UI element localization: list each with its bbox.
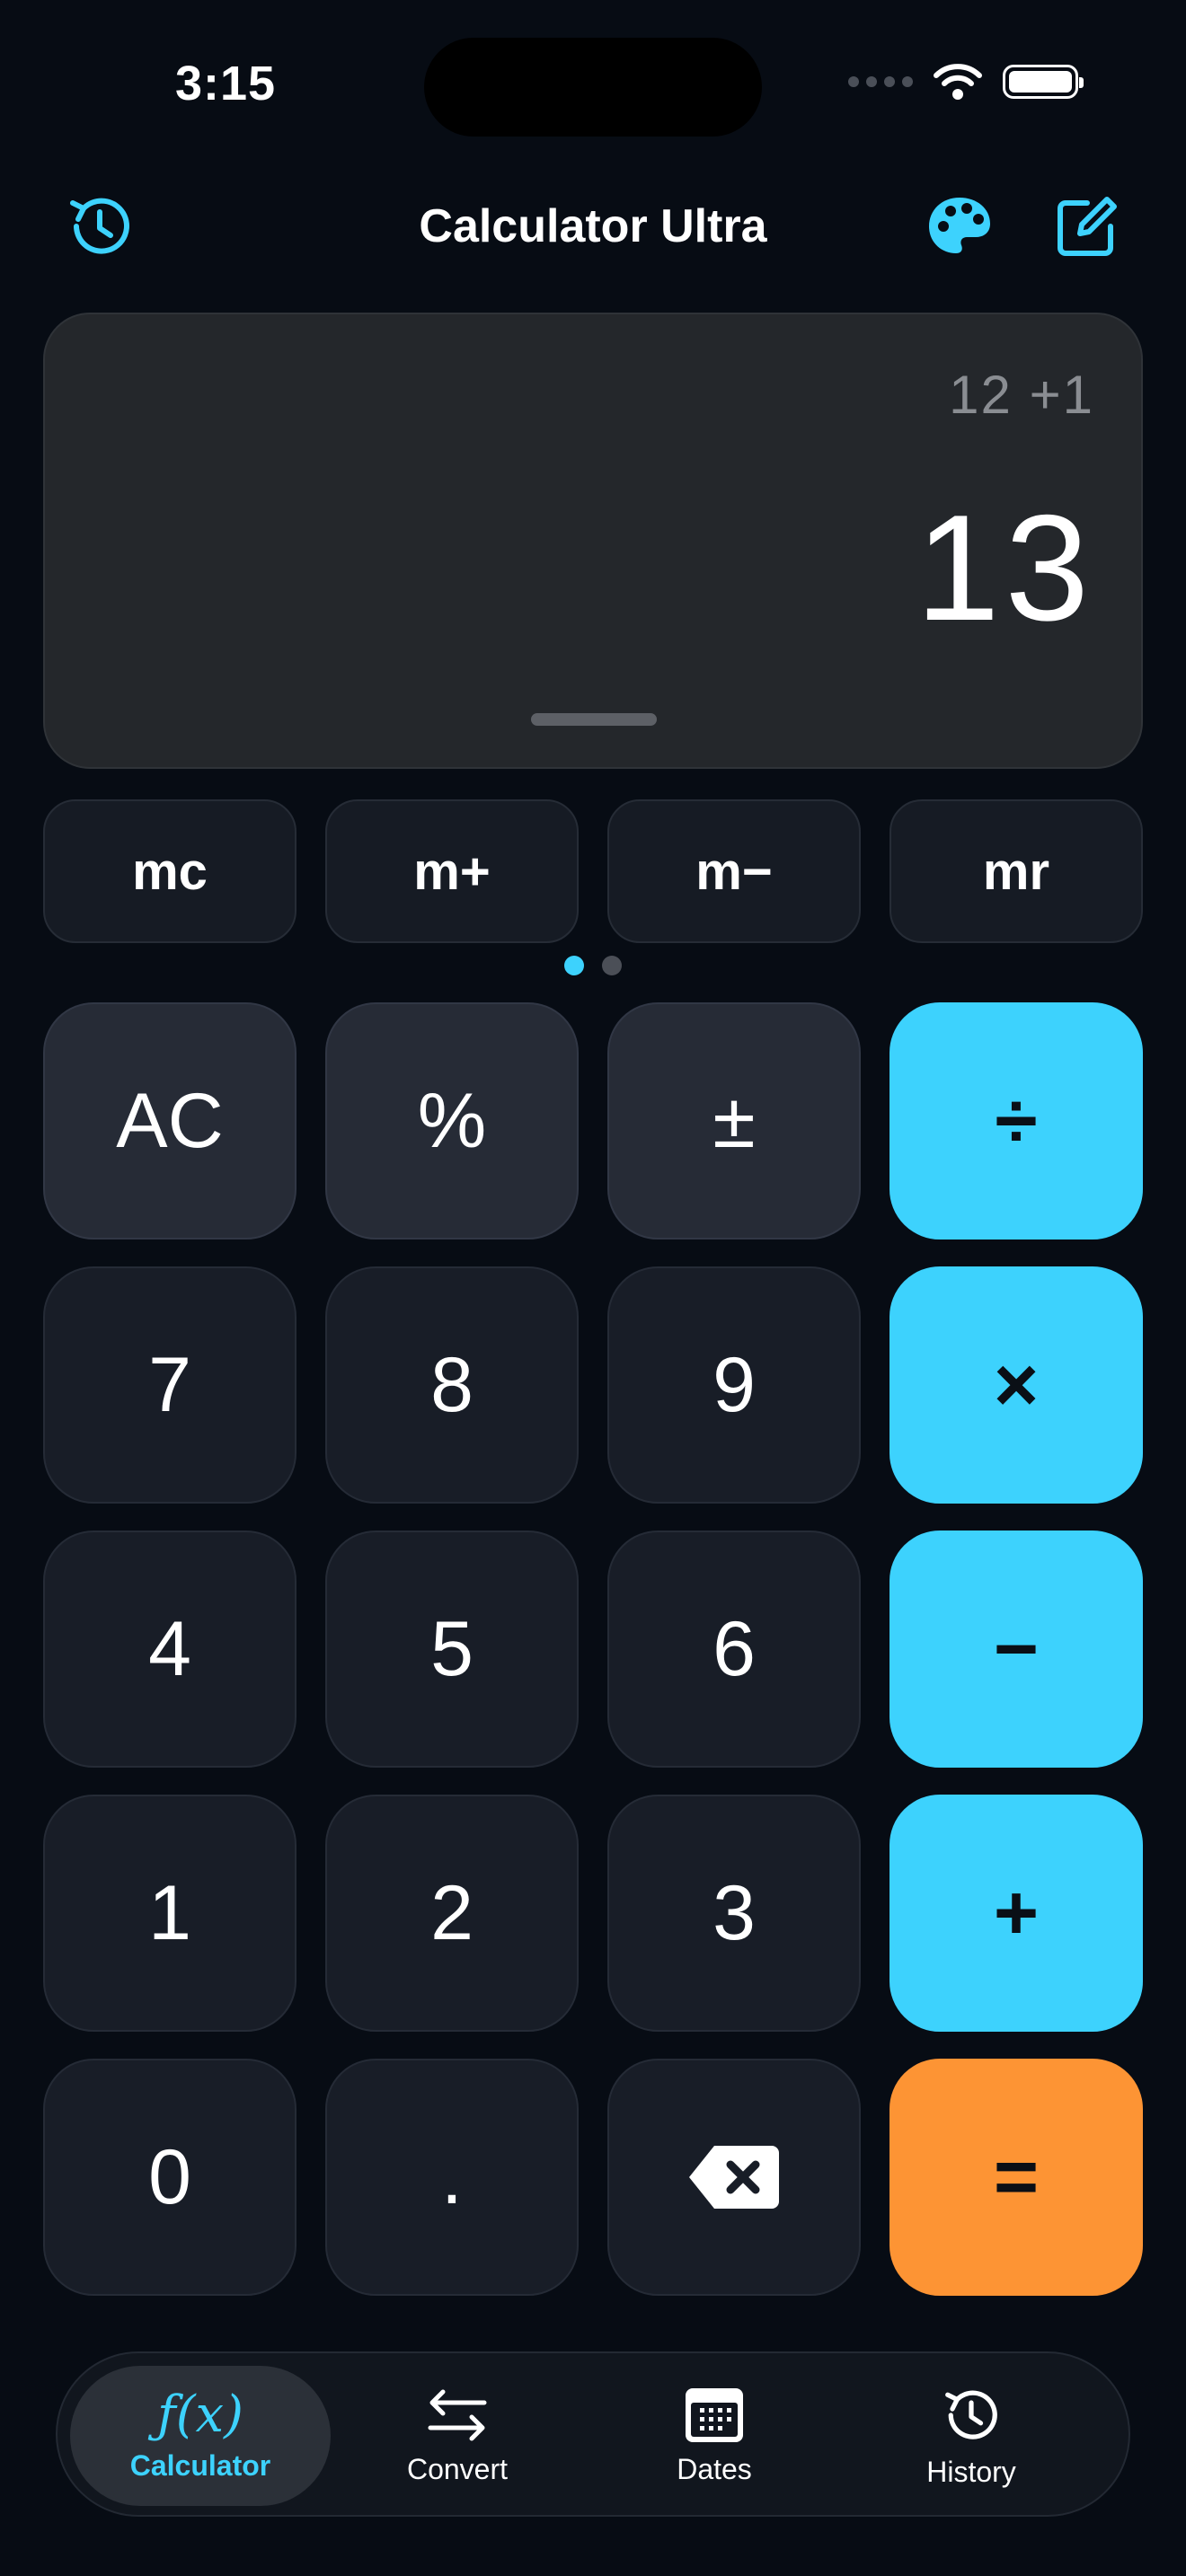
sign-toggle-button[interactable]: ± bbox=[607, 1002, 861, 1239]
theme-button[interactable] bbox=[924, 190, 996, 262]
arrows-icon bbox=[428, 2389, 487, 2440]
page-indicator[interactable] bbox=[564, 956, 622, 975]
function-icon: ƒ(x) bbox=[156, 2385, 243, 2444]
tab-history[interactable]: History bbox=[841, 2366, 1102, 2506]
add-button[interactable]: + bbox=[890, 1795, 1143, 2032]
tab-label: Convert bbox=[406, 2452, 509, 2485]
edit-icon bbox=[1058, 197, 1117, 256]
tab-bar: ƒ(x) Calculator Convert Dates History bbox=[56, 2351, 1130, 2517]
subtract-button[interactable]: − bbox=[890, 1531, 1143, 1768]
equals-button[interactable]: = bbox=[890, 2059, 1143, 2296]
history-icon bbox=[945, 2390, 997, 2439]
digit-9-button[interactable]: 9 bbox=[607, 1266, 861, 1504]
digit-5-button[interactable]: 5 bbox=[325, 1531, 579, 1768]
battery-icon bbox=[1003, 65, 1084, 99]
palette-icon bbox=[929, 198, 990, 253]
percent-button[interactable]: % bbox=[325, 1002, 579, 1239]
digit-4-button[interactable]: 4 bbox=[43, 1531, 296, 1768]
dynamic-island bbox=[424, 38, 762, 137]
calculator-display: 12 +1 13 bbox=[43, 313, 1143, 769]
status-icons bbox=[848, 63, 1084, 101]
result-text: 13 bbox=[916, 483, 1094, 652]
calendar-icon bbox=[686, 2387, 743, 2442]
all-clear-button[interactable]: AC bbox=[43, 1002, 296, 1239]
tab-label: Calculator bbox=[129, 2448, 271, 2482]
wifi-icon bbox=[934, 64, 982, 100]
digit-2-button[interactable]: 2 bbox=[325, 1795, 579, 2032]
compose-button[interactable] bbox=[1051, 190, 1123, 262]
digit-0-button[interactable]: 0 bbox=[43, 2059, 296, 2296]
display-drag-handle[interactable] bbox=[531, 713, 657, 726]
page-dot[interactable] bbox=[602, 956, 622, 975]
memory-clear-button[interactable]: mc bbox=[43, 799, 296, 943]
tab-convert[interactable]: Convert bbox=[327, 2366, 588, 2506]
backspace-button[interactable] bbox=[607, 2059, 861, 2296]
tab-dates[interactable]: Dates bbox=[584, 2366, 845, 2506]
digit-8-button[interactable]: 8 bbox=[325, 1266, 579, 1504]
divide-button[interactable]: ÷ bbox=[890, 1002, 1143, 1239]
memory-recall-button[interactable]: mr bbox=[890, 799, 1143, 943]
memory-subtract-button[interactable]: m− bbox=[607, 799, 861, 943]
page-dot-active[interactable] bbox=[564, 956, 584, 975]
tab-label: History bbox=[926, 2455, 1016, 2488]
backspace-icon bbox=[689, 2146, 779, 2209]
digit-1-button[interactable]: 1 bbox=[43, 1795, 296, 2032]
app-title: Calculator Ultra bbox=[419, 200, 767, 252]
digit-6-button[interactable]: 6 bbox=[607, 1531, 861, 1768]
expression-text: 12 +1 bbox=[949, 365, 1094, 425]
cellular-signal-icon bbox=[848, 76, 913, 87]
tab-calculator[interactable]: ƒ(x) Calculator bbox=[70, 2366, 331, 2506]
memory-add-button[interactable]: m+ bbox=[325, 799, 579, 943]
tab-label: Dates bbox=[677, 2452, 752, 2485]
multiply-button[interactable]: × bbox=[890, 1266, 1143, 1504]
digit-7-button[interactable]: 7 bbox=[43, 1266, 296, 1504]
digit-3-button[interactable]: 3 bbox=[607, 1795, 861, 2032]
decimal-button[interactable]: . bbox=[325, 2059, 579, 2296]
status-time: 3:15 bbox=[175, 57, 277, 110]
